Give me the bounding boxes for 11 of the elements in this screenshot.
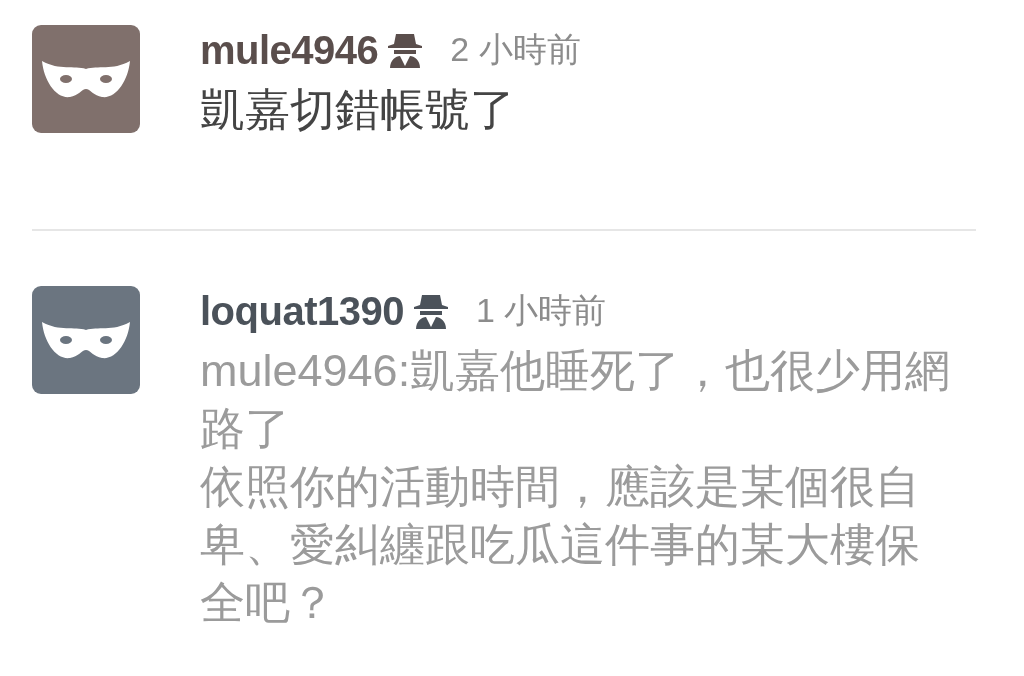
timestamp: 2 小時前 [450,29,581,70]
incognito-icon [413,293,448,329]
comment-text: 依照你的活動時間，應該是某個很自卑、愛糾纏跟吃瓜這件事的某大樓保全吧？ [200,460,921,630]
comment-text: 凱嘉切錯帳號了 [200,83,516,137]
avatar[interactable] [32,286,140,394]
comment-text: mule4946:凱嘉他睡死了，也很少用網路了 [200,344,952,456]
timestamp: 1 小時前 [475,290,607,331]
username[interactable]: loquat1390 [200,288,404,334]
incognito-icon [388,32,423,68]
username[interactable]: mule4946 [200,27,379,73]
avatar[interactable] [32,25,140,133]
